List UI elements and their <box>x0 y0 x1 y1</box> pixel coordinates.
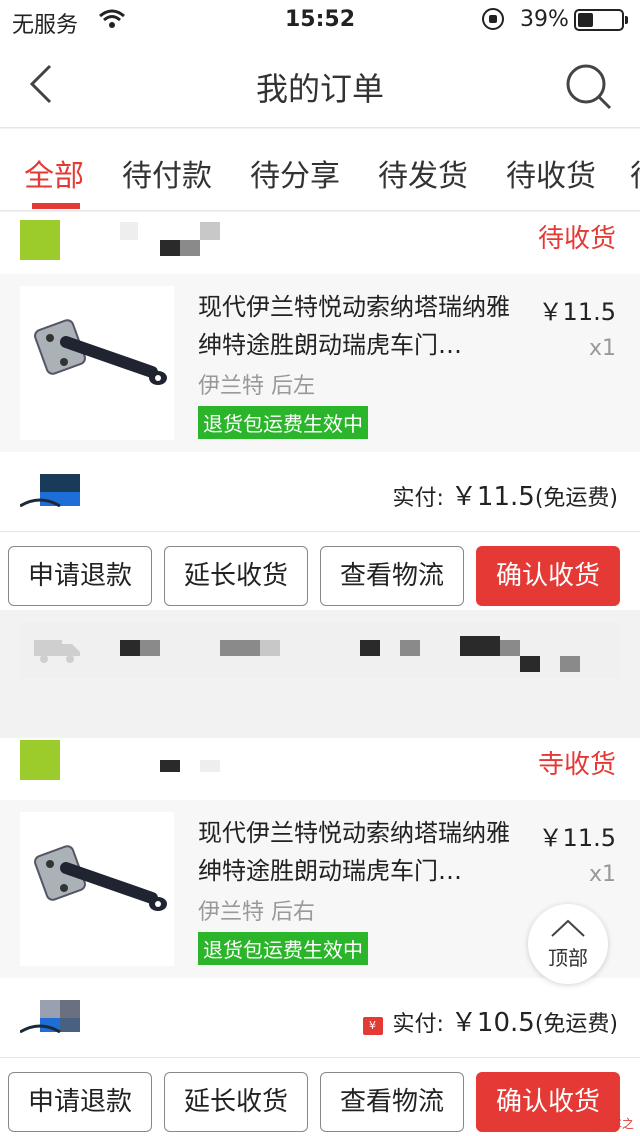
product-quantity: x1 <box>588 862 616 887</box>
pixelated-logistics-text <box>120 640 140 656</box>
order-card[interactable]: 待收货 现代伊兰特悦动索纳塔瑞纳雅绅特途胜朗动瑞虎车门… 伊兰特 后左 退货包运… <box>0 212 640 610</box>
order-status: 寺收货 <box>537 750 616 780</box>
refund-button[interactable]: 申请退款 <box>8 546 152 606</box>
door-check-strap-image <box>34 845 167 911</box>
back-to-top-label: 顶部 <box>548 946 588 970</box>
pixelated-logistics-text <box>460 636 500 656</box>
page-title: 我的订单 <box>255 70 384 108</box>
shop-header[interactable]: 待收货 <box>0 212 640 272</box>
pixelated-shop-name <box>120 222 138 240</box>
payment-summary: 实付: ￥11.5(免运费) <box>393 476 619 513</box>
payment-summary: ¥ 实付: ￥10.5(免运费) <box>362 1002 618 1039</box>
product-price: ￥11.5 <box>538 824 616 852</box>
truck-icon <box>34 640 80 663</box>
product-price: ￥11.5 <box>538 298 616 326</box>
refund-button[interactable]: 申请退款 <box>8 1072 152 1132</box>
product-thumbnail[interactable] <box>20 286 174 440</box>
logistics-info[interactable] <box>20 622 620 678</box>
product-spec: 伊兰特 后右 <box>198 900 315 925</box>
tab-more[interactable]: 待 <box>630 151 640 195</box>
payment-label: 实付: <box>392 486 444 511</box>
tab-pending-payment[interactable]: 待付款 <box>122 151 212 195</box>
shipping-note: (免运费) <box>534 486 618 511</box>
order-actions: 申请退款 延长收货 查看物流 确认收货 <box>0 1072 640 1134</box>
battery-percentage: 39% <box>520 7 569 32</box>
back-to-top-button[interactable]: 顶部 <box>528 904 608 984</box>
battery-icon <box>574 9 628 31</box>
pixelated-logistics-text <box>220 640 260 656</box>
return-shipping-badge: 退货包运费生效中 <box>198 406 368 439</box>
door-check-strap-image <box>34 319 167 385</box>
pixelated-shop-name <box>160 240 180 256</box>
pixelated-logistics-text <box>500 640 520 656</box>
pixelated-shop-name <box>180 240 200 256</box>
pixelated-logistics-text <box>400 640 420 656</box>
avatar <box>20 1000 80 1034</box>
pixelated-shop-name <box>160 760 180 772</box>
pixelated-logistics-text <box>520 656 540 672</box>
payment-label: 实付: <box>392 1012 444 1037</box>
pixelated-logistics-text <box>260 640 280 656</box>
order-tabs: 全部 待付款 待分享 待发货 待收货 待 <box>0 129 640 211</box>
product-row[interactable]: 现代伊兰特悦动索纳塔瑞纳雅绅特途胜朗动瑞虎车门… 伊兰特 后左 退货包运费生效中… <box>0 274 640 452</box>
view-logistics-button[interactable]: 查看物流 <box>320 1072 464 1132</box>
pixelated-shop-name <box>200 760 220 772</box>
pixelated-logistics-text <box>560 656 580 672</box>
extend-receipt-button[interactable]: 延长收货 <box>164 1072 308 1132</box>
active-tab-indicator <box>32 203 80 209</box>
pixelated-shop-name <box>200 222 220 240</box>
tab-pending-share[interactable]: 待分享 <box>250 151 340 195</box>
lock-rotation-icon <box>482 8 504 30</box>
order-actions: 申请退款 延长收货 查看物流 确认收货 <box>0 546 640 608</box>
status-bar: 无服务 15:52 39% <box>0 0 640 40</box>
product-spec: 伊兰特 后左 <box>198 374 315 399</box>
search-icon[interactable] <box>564 62 614 112</box>
chevron-up-icon <box>551 919 585 937</box>
product-quantity: x1 <box>588 336 616 361</box>
shipping-note: (免运费) <box>534 1012 618 1037</box>
coupon-icon: ¥ <box>362 1017 383 1035</box>
payment-amount: ￥10.5 <box>450 1008 535 1038</box>
payment-amount: ￥11.5 <box>450 482 535 512</box>
shop-header[interactable]: 寺收货 <box>0 738 640 798</box>
payment-row: ¥ 实付: ￥10.5(免运费) <box>0 978 640 1058</box>
pixelated-logistics-text <box>140 640 160 656</box>
pixelated-logistics-text <box>360 640 380 656</box>
order-status: 待收货 <box>537 224 616 254</box>
avatar <box>20 474 80 508</box>
product-thumbnail[interactable] <box>20 812 174 966</box>
extend-receipt-button[interactable]: 延长收货 <box>164 546 308 606</box>
view-logistics-button[interactable]: 查看物流 <box>320 546 464 606</box>
tab-pending-shipment[interactable]: 待发货 <box>378 151 468 195</box>
product-name[interactable]: 现代伊兰特悦动索纳塔瑞纳雅绅特途胜朗动瑞虎车门… <box>198 288 518 364</box>
payment-row: 实付: ￥11.5(免运费) <box>0 452 640 532</box>
product-name[interactable]: 现代伊兰特悦动索纳塔瑞纳雅绅特途胜朗动瑞虎车门… <box>198 814 518 890</box>
tab-all[interactable]: 全部 <box>24 151 84 195</box>
watermark: 汽车之 <box>597 1117 634 1131</box>
shop-logo <box>20 220 60 260</box>
return-shipping-badge: 退货包运费生效中 <box>198 932 368 965</box>
shop-logo <box>20 740 60 780</box>
tab-pending-receipt[interactable]: 待收货 <box>506 151 596 195</box>
nav-bar: 我的订单 <box>0 40 640 128</box>
confirm-receipt-button[interactable]: 确认收货 <box>476 546 620 606</box>
